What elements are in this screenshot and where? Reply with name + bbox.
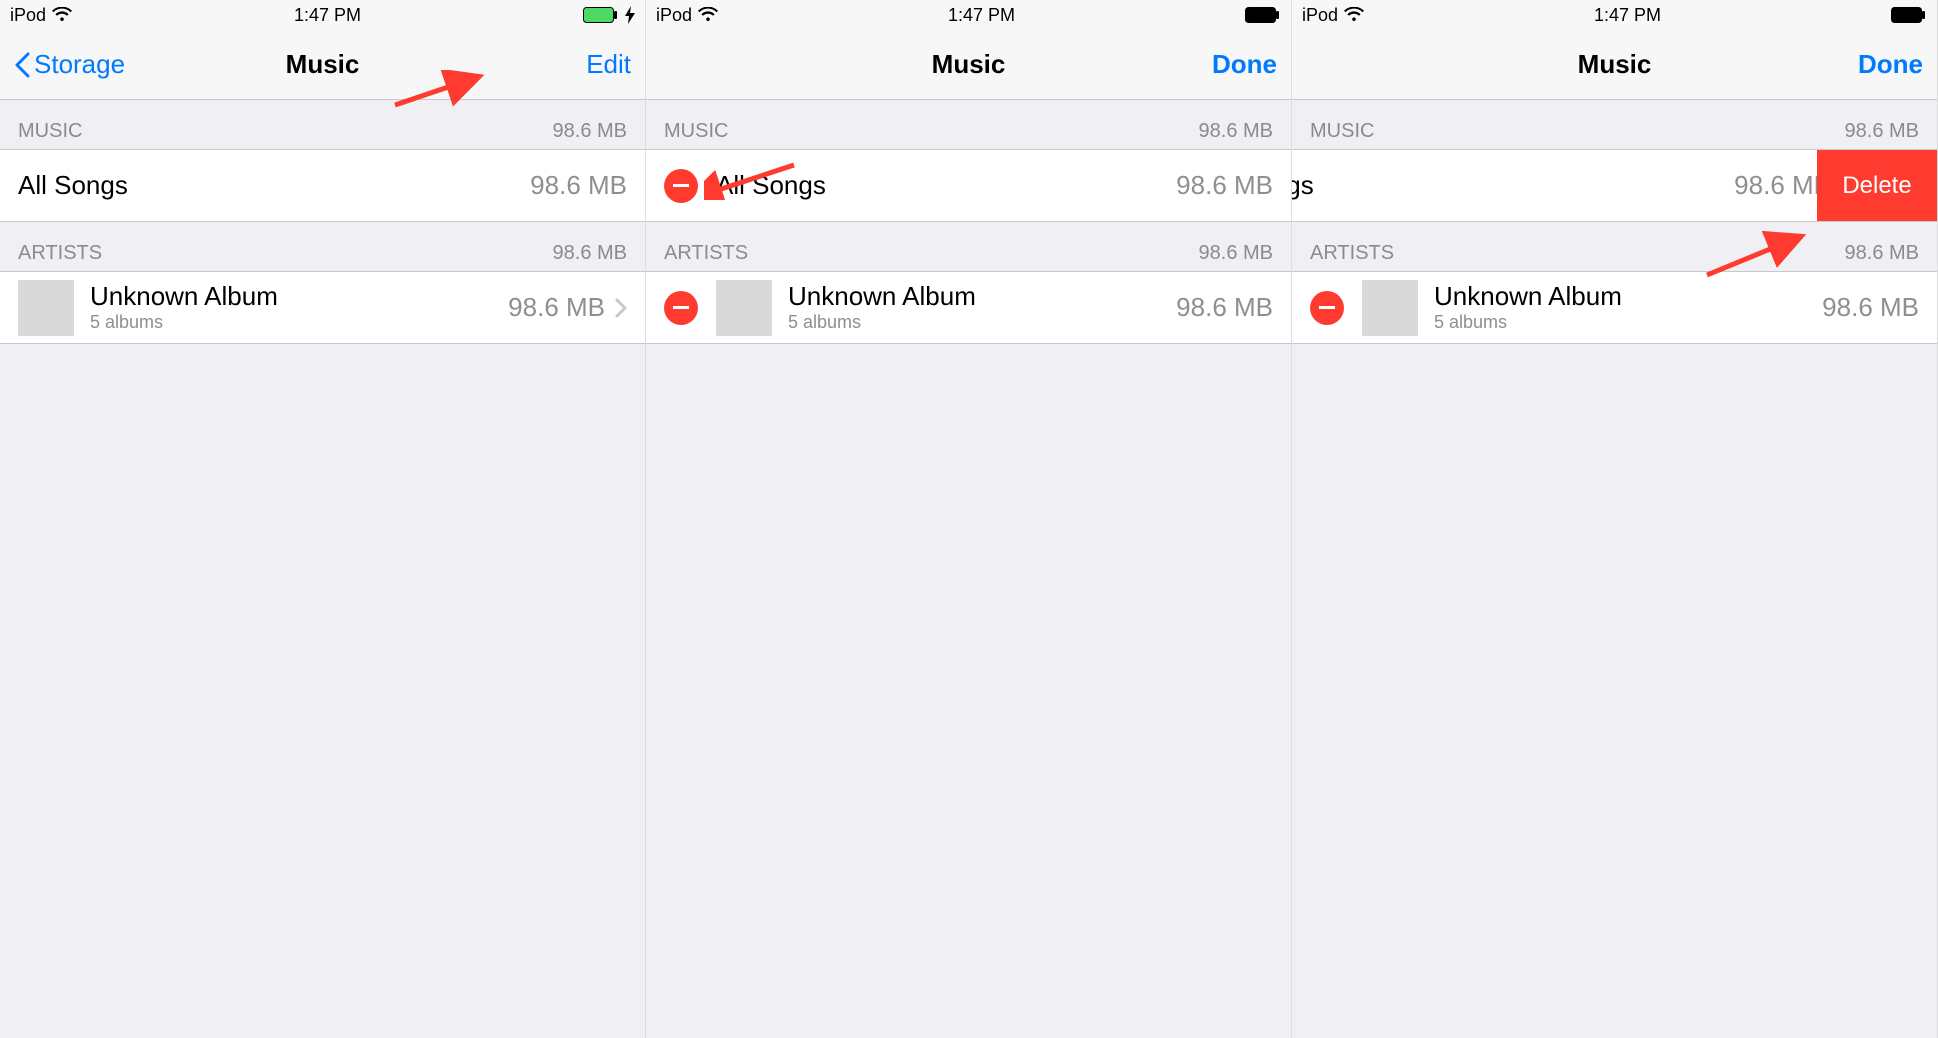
section-header-artists: ARTISTS 98.6 MB <box>1292 222 1937 272</box>
row-title: Unknown Album <box>90 282 278 311</box>
carrier-label: iPod <box>1302 5 1338 26</box>
row-unknown-album[interactable]: Unknown Album 5 albums 98.6 MB <box>0 272 645 344</box>
wifi-icon <box>52 7 72 23</box>
row-size: 98.6 MB <box>508 292 605 323</box>
row-title: Unknown Album <box>788 282 976 311</box>
album-art-icon <box>716 280 772 336</box>
section-label: MUSIC <box>18 120 82 143</box>
row-size: 98.6 MB <box>1176 292 1273 323</box>
nav-right-label: Done <box>1212 49 1277 80</box>
section-header-music: MUSIC 98.6 MB <box>0 100 645 150</box>
row-title: Songs <box>1292 170 1314 201</box>
bolt-icon <box>625 6 635 24</box>
nav-edit-button[interactable]: Edit <box>491 49 631 80</box>
row-title: All Songs <box>716 170 826 201</box>
section-label: ARTISTS <box>1310 242 1394 265</box>
row-size: 98.6 MB <box>1176 170 1273 201</box>
row-unknown-album[interactable]: Unknown Album 5 albums 98.6 MB <box>646 272 1291 344</box>
section-size: 98.6 MB <box>1199 120 1273 143</box>
delete-button-label: Delete <box>1842 172 1911 200</box>
carrier-label: iPod <box>10 5 46 26</box>
row-subtitle: 5 albums <box>90 313 278 333</box>
row-title: Unknown Album <box>1434 282 1622 311</box>
row-size: 98.6 MB <box>1822 292 1919 323</box>
chevron-left-icon <box>14 52 30 78</box>
section-header-artists: ARTISTS 98.6 MB <box>646 222 1291 272</box>
section-size: 98.6 MB <box>553 120 627 143</box>
wifi-icon <box>698 7 718 23</box>
section-size: 98.6 MB <box>1845 120 1919 143</box>
section-size: 98.6 MB <box>1845 242 1919 265</box>
row-all-songs[interactable]: All Songs 98.6 MB <box>646 150 1291 222</box>
row-size: 98.6 MB <box>530 170 627 201</box>
status-bar: iPod 1:47 PM <box>646 0 1291 30</box>
section-label: ARTISTS <box>664 242 748 265</box>
wifi-icon <box>1344 7 1364 23</box>
section-header-artists: ARTISTS 98.6 MB <box>0 222 645 272</box>
section-header-music: MUSIC 98.6 MB <box>1292 100 1937 150</box>
status-time: 1:47 PM <box>294 5 361 26</box>
row-title: All Songs <box>18 170 128 201</box>
row-unknown-album[interactable]: Unknown Album 5 albums 98.6 MB <box>1292 272 1937 344</box>
nav-right-label: Done <box>1858 49 1923 80</box>
album-art-icon <box>1362 280 1418 336</box>
nav-bar: Storage Music Edit <box>0 30 645 100</box>
nav-done-button[interactable]: Done <box>1137 49 1277 80</box>
nav-done-button[interactable]: Done <box>1783 49 1923 80</box>
row-subtitle: 5 albums <box>1434 313 1622 333</box>
screen-2: iPod 1:47 PM Music Done MUSIC 98.6 MB Al… <box>646 0 1292 1038</box>
screen-3: iPod 1:47 PM Music Done MUSIC 98.6 MB So… <box>1292 0 1938 1038</box>
delete-minus-icon[interactable] <box>664 291 698 325</box>
status-time: 1:47 PM <box>948 5 1015 26</box>
chevron-right-icon <box>615 298 627 318</box>
nav-right-label: Edit <box>586 49 631 80</box>
section-header-music: MUSIC 98.6 MB <box>646 100 1291 150</box>
delete-minus-icon[interactable] <box>664 169 698 203</box>
section-label: MUSIC <box>664 120 728 143</box>
nav-back-label: Storage <box>34 49 125 80</box>
screen-1: iPod 1:47 PM Storage Music Edit MUS <box>0 0 646 1038</box>
battery-charging-icon <box>583 7 619 23</box>
carrier-label: iPod <box>656 5 692 26</box>
status-bar: iPod 1:47 PM <box>0 0 645 30</box>
delete-minus-icon[interactable] <box>1310 291 1344 325</box>
battery-full-icon <box>1891 7 1927 23</box>
section-size: 98.6 MB <box>553 242 627 265</box>
album-art-icon <box>18 280 74 336</box>
row-subtitle: 5 albums <box>788 313 976 333</box>
nav-bar: Music Done <box>1292 30 1937 100</box>
status-bar: iPod 1:47 PM <box>1292 0 1937 30</box>
nav-bar: Music Done <box>646 30 1291 100</box>
nav-back-button[interactable]: Storage <box>14 49 154 80</box>
delete-button[interactable]: Delete <box>1817 150 1937 222</box>
section-size: 98.6 MB <box>1199 242 1273 265</box>
section-label: ARTISTS <box>18 242 102 265</box>
battery-full-icon <box>1245 7 1281 23</box>
row-all-songs[interactable]: Songs 98.6 MB Delete <box>1292 150 1937 222</box>
row-all-songs[interactable]: All Songs 98.6 MB <box>0 150 645 222</box>
section-label: MUSIC <box>1310 120 1374 143</box>
status-time: 1:47 PM <box>1594 5 1661 26</box>
